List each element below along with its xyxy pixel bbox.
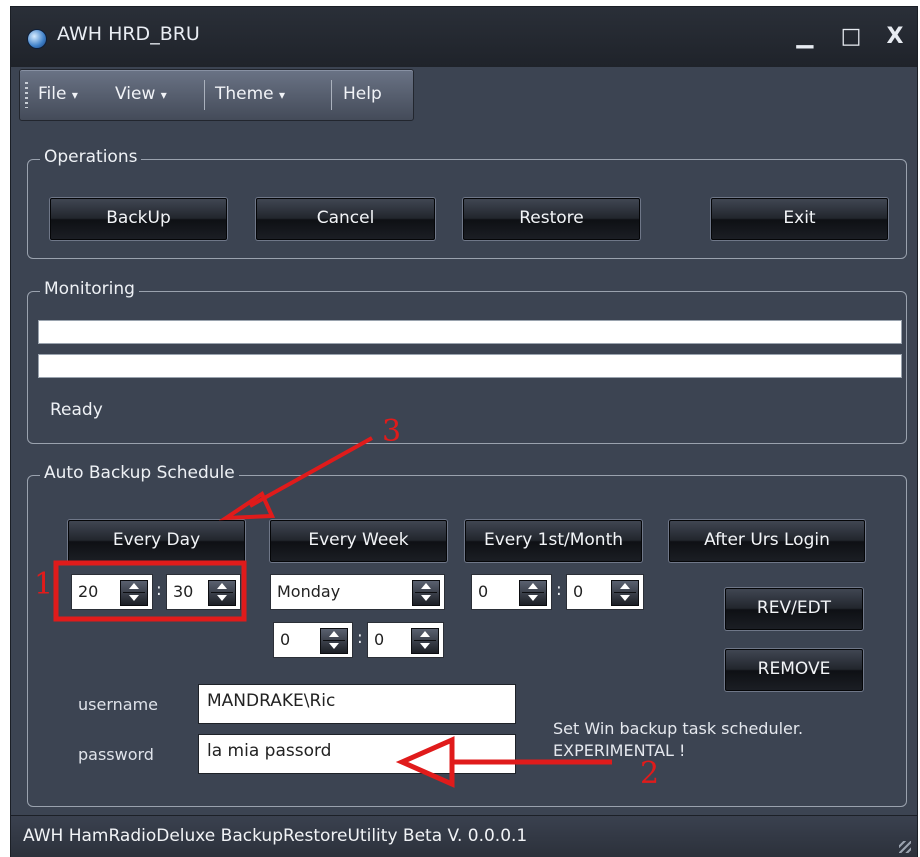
spin-arrows-icon[interactable] <box>412 580 440 606</box>
username-field[interactable]: MANDRAKE\Ric <box>198 684 516 724</box>
menu-separator <box>204 80 205 110</box>
progress-bar-2 <box>38 354 902 378</box>
day-minute-value: 30 <box>173 582 194 601</box>
restore-button[interactable]: Restore <box>463 198 640 240</box>
week-day-value: Monday <box>277 582 341 601</box>
maximize-button[interactable]: □ <box>833 19 869 55</box>
app-globe-icon <box>27 29 47 49</box>
schedule-group: Auto Backup Schedule Every Day Every Wee… <box>27 463 907 807</box>
username-label: username <box>78 695 158 714</box>
cancel-button[interactable]: Cancel <box>256 198 435 240</box>
exit-button[interactable]: Exit <box>711 198 888 240</box>
spin-arrows-icon[interactable] <box>519 580 547 606</box>
time-colon: : <box>156 580 162 600</box>
chevron-down-icon: ▾ <box>160 88 167 102</box>
backup-button[interactable]: BackUp <box>50 198 227 240</box>
toolbar-grip[interactable] <box>25 82 28 108</box>
week-hour-stepper[interactable]: 0 <box>273 622 353 658</box>
annotation-number-3: 3 <box>382 414 402 449</box>
spin-arrows-icon[interactable] <box>208 580 236 606</box>
scheduler-note-line2: EXPERIMENTAL ! <box>553 741 686 760</box>
annotation-number-1: 1 <box>34 567 54 602</box>
menu-view[interactable]: View ▾ <box>115 84 167 104</box>
monitoring-group: Monitoring Ready <box>27 279 907 444</box>
monitoring-legend: Monitoring <box>40 279 139 299</box>
window-title: AWH HRD_BRU <box>57 23 200 45</box>
operations-group: Operations BackUp Cancel Restore Exit <box>27 147 907 259</box>
scheduler-note: Set Win backup task scheduler. EXPERIMEN… <box>553 718 803 762</box>
menu-separator <box>331 80 332 110</box>
status-text: Ready <box>50 400 103 420</box>
chevron-down-icon: ▾ <box>279 88 286 102</box>
spin-arrows-icon[interactable] <box>320 628 348 654</box>
menu-file-label: File <box>38 84 67 104</box>
password-field[interactable]: la mia passord <box>198 734 516 774</box>
menu-help[interactable]: Help <box>343 84 382 104</box>
day-hour-value: 20 <box>78 582 99 601</box>
month-minute-value: 0 <box>573 582 584 601</box>
month-hour-value: 0 <box>478 582 489 601</box>
version-text: AWH HamRadioDeluxe BackupRestoreUtility … <box>23 826 528 846</box>
remove-button[interactable]: REMOVE <box>725 649 863 691</box>
menu-view-label: View <box>115 84 156 104</box>
spin-arrows-icon[interactable] <box>120 580 148 606</box>
every-month-button[interactable]: Every 1st/Month <box>465 520 642 562</box>
operations-legend: Operations <box>40 147 142 167</box>
menu-file[interactable]: File ▾ <box>38 84 78 104</box>
app-window: AWH HRD_BRU ▁ □ X File ▾ View ▾ Theme ▾ … <box>10 6 918 857</box>
password-label: password <box>78 745 154 764</box>
menu-theme-label: Theme <box>215 84 274 104</box>
chevron-down-icon: ▾ <box>71 88 78 102</box>
week-hour-value: 0 <box>280 630 291 649</box>
after-login-button[interactable]: After Urs Login <box>669 520 865 562</box>
status-bar: AWH HamRadioDeluxe BackupRestoreUtility … <box>11 815 917 857</box>
spin-arrows-icon[interactable] <box>411 628 439 654</box>
day-minute-stepper[interactable]: 30 <box>166 574 241 610</box>
time-colon: : <box>556 580 562 600</box>
scheduler-note-line1: Set Win backup task scheduler. <box>553 719 804 738</box>
month-hour-stepper[interactable]: 0 <box>471 574 552 610</box>
annotation-number-2: 2 <box>640 756 660 791</box>
close-button[interactable]: X <box>877 19 913 55</box>
week-minute-stepper[interactable]: 0 <box>367 622 444 658</box>
week-day-selector[interactable]: Monday <box>270 574 445 610</box>
rev-edt-button[interactable]: REV/EDT <box>725 588 863 630</box>
schedule-legend: Auto Backup Schedule <box>40 463 239 483</box>
time-colon: : <box>357 628 363 648</box>
menu-bar: File ▾ View ▾ Theme ▾ Help <box>19 69 414 121</box>
month-minute-stepper[interactable]: 0 <box>566 574 644 610</box>
every-day-button[interactable]: Every Day <box>68 520 245 562</box>
menu-theme[interactable]: Theme ▾ <box>215 84 285 104</box>
spin-arrows-icon[interactable] <box>611 580 639 606</box>
title-bar[interactable]: AWH HRD_BRU ▁ □ X <box>11 7 917 67</box>
minimize-button[interactable]: ▁ <box>787 19 823 55</box>
week-minute-value: 0 <box>374 630 385 649</box>
every-week-button[interactable]: Every Week <box>270 520 447 562</box>
day-hour-stepper[interactable]: 20 <box>71 574 153 610</box>
resize-grip-icon[interactable] <box>899 841 911 853</box>
progress-bar-1 <box>38 320 902 344</box>
